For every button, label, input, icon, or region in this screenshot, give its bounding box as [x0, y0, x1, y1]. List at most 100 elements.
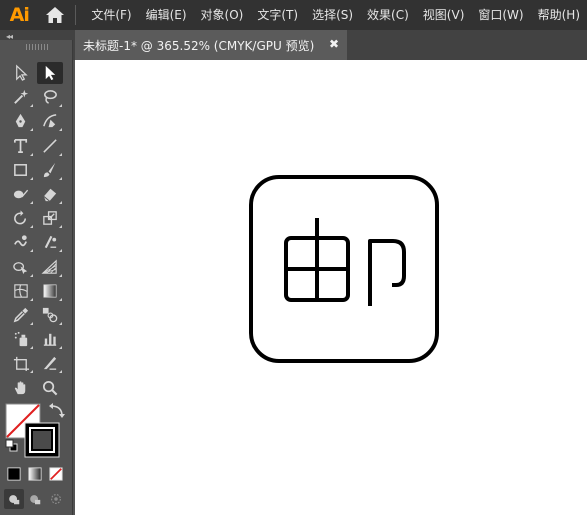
artboard-tool[interactable] [8, 352, 34, 374]
gradient-icon [43, 284, 57, 298]
scale-icon [43, 211, 57, 225]
rectangle-tool[interactable] [8, 159, 34, 181]
panel-grip[interactable] [26, 44, 48, 50]
rotate-tool[interactable] [8, 207, 34, 229]
type-icon [13, 138, 28, 154]
menu-file[interactable]: 文件(F) [84, 0, 138, 30]
menu-view[interactable]: 视图(V) [416, 0, 472, 30]
flyout-indicator [59, 104, 62, 107]
flyout-indicator [30, 274, 33, 277]
fill-stroke-widget [5, 403, 65, 458]
flyout-indicator [59, 346, 62, 349]
shape-builder-icon [13, 262, 28, 275]
flyout-indicator [59, 153, 62, 156]
symbol-sprayer-icon [14, 331, 28, 347]
free-transform-tool[interactable] [37, 231, 63, 253]
mesh-tool[interactable] [8, 280, 34, 302]
zoom-tool[interactable] [37, 377, 63, 399]
eraser-tool[interactable] [37, 183, 63, 205]
column-graph-tool[interactable] [37, 328, 63, 350]
hand-tool[interactable] [8, 377, 34, 399]
perspective-grid-tool[interactable] [37, 256, 63, 278]
flyout-indicator [30, 346, 33, 349]
swap-fill-stroke-icon[interactable] [49, 403, 65, 418]
warp-icon [14, 235, 27, 247]
menu-bar: Ai 文件(F) 编辑(E) 对象(O) 文字(T) 选择(S) 效果(C) 视… [0, 0, 587, 30]
default-colors-icon[interactable] [5, 439, 18, 452]
you-character-shape [284, 218, 406, 306]
home-button[interactable] [39, 0, 72, 30]
mesh-icon [14, 284, 28, 298]
eraser-icon [43, 188, 57, 202]
shaper-icon [13, 189, 29, 199]
blend-tool[interactable] [37, 304, 63, 326]
rotate-icon [14, 210, 27, 225]
flyout-indicator [59, 274, 62, 277]
flyout-indicator [30, 249, 33, 252]
shaper-tool[interactable] [8, 183, 34, 205]
draw-behind-button[interactable] [25, 489, 45, 509]
gradient-tool[interactable] [37, 280, 63, 302]
blend-icon [42, 307, 58, 323]
flyout-indicator [59, 249, 62, 252]
none-mode-button[interactable] [46, 465, 66, 483]
flyout-indicator [30, 128, 33, 131]
flyout-indicator [30, 298, 33, 301]
pen-tool[interactable] [8, 110, 34, 132]
lasso-tool[interactable] [37, 86, 63, 108]
menu-help[interactable]: 帮助(H) [531, 0, 587, 30]
symbol-sprayer-tool[interactable] [8, 328, 34, 350]
menu-effect[interactable]: 效果(C) [360, 0, 416, 30]
close-icon[interactable]: ✖ [329, 37, 339, 51]
menu-object[interactable]: 对象(O) [194, 0, 251, 30]
document-tab[interactable]: 未标题-1* @ 365.52% (CMYK/GPU 预览) ✖ [75, 30, 347, 60]
draw-inside-button[interactable] [46, 489, 66, 509]
selection-icon [16, 64, 28, 81]
gradient-mode-button[interactable] [25, 465, 45, 483]
flyout-indicator [59, 298, 62, 301]
flyout-indicator [59, 128, 62, 131]
slice-tool[interactable] [37, 352, 63, 374]
color-mode-button[interactable] [4, 465, 24, 483]
gradient-mode-icon [28, 467, 42, 481]
flyout-indicator [30, 225, 33, 228]
hand-icon [14, 381, 26, 395]
home-icon [45, 7, 64, 23]
magic-wand-icon [14, 89, 29, 104]
menu-type[interactable]: 文字(T) [250, 0, 305, 30]
menu-window[interactable]: 窗口(W) [471, 0, 530, 30]
draw-behind-icon [30, 495, 41, 505]
direct-selection-tool[interactable] [37, 62, 63, 84]
flyout-indicator [30, 177, 33, 180]
free-transform-icon [44, 235, 57, 249]
menu-select[interactable]: 选择(S) [305, 0, 360, 30]
flyout-indicator [59, 322, 62, 325]
none-mode-icon [49, 467, 63, 481]
scale-tool[interactable] [37, 207, 63, 229]
shape-builder-tool[interactable] [8, 256, 34, 278]
flyout-indicator [59, 225, 62, 228]
slice-icon [43, 356, 57, 370]
stroke-swatch[interactable] [24, 422, 60, 458]
draw-normal-icon [9, 495, 20, 505]
flyout-indicator [59, 370, 62, 373]
draw-normal-button[interactable] [4, 489, 24, 509]
type-tool[interactable] [8, 135, 34, 157]
line-segment-icon [43, 139, 57, 153]
menu-edit[interactable]: 编辑(E) [139, 0, 194, 30]
column-graph-icon [43, 333, 57, 346]
artboard-canvas[interactable] [75, 60, 587, 515]
line-segment-tool[interactable] [37, 135, 63, 157]
magic-wand-tool[interactable] [8, 86, 34, 108]
rectangle-icon [14, 164, 27, 176]
tools-panel [0, 40, 73, 515]
flyout-indicator [30, 153, 33, 156]
eyedropper-tool[interactable] [8, 304, 34, 326]
warp-tool[interactable] [8, 231, 34, 253]
flyout-indicator [30, 104, 33, 107]
paintbrush-tool[interactable] [37, 159, 63, 181]
selection-tool[interactable] [8, 62, 34, 84]
postal-logo-artwork[interactable] [248, 174, 440, 364]
curvature-tool[interactable] [37, 110, 63, 132]
lasso-icon [44, 90, 57, 104]
